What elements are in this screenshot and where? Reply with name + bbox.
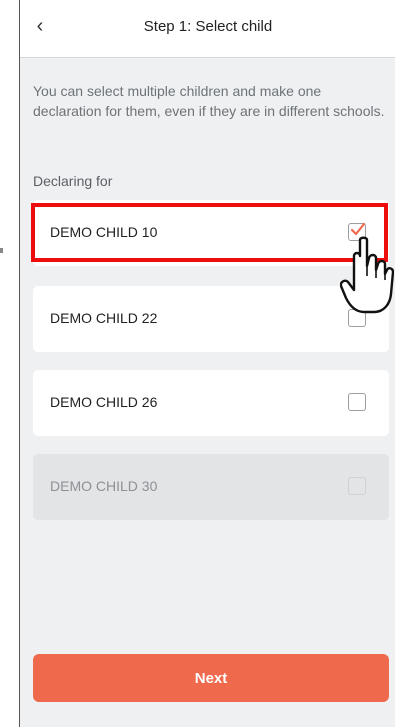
side-marker <box>0 248 3 253</box>
page-title: Step 1: Select child <box>143 18 273 35</box>
checkbox-unchecked[interactable] <box>348 393 366 411</box>
child-name: DEMO CHILD 22 <box>50 310 158 326</box>
pointing-hand-icon <box>340 236 394 314</box>
child-name: DEMO CHILD 30 <box>50 478 158 494</box>
child-item-demo-child-30: DEMO CHILD 30 <box>33 454 389 520</box>
child-item-demo-child-10[interactable]: DEMO CHILD 10 <box>33 200 389 266</box>
section-label: Declaring for <box>33 173 113 189</box>
intro-text: You can select multiple children and mak… <box>33 83 385 119</box>
next-button[interactable]: Next <box>33 654 389 702</box>
child-name: DEMO CHILD 26 <box>50 394 158 410</box>
checkbox-disabled <box>348 477 366 495</box>
child-item-demo-child-26[interactable]: DEMO CHILD 26 <box>33 370 389 436</box>
header-bar: ‹ Step 1: Select child <box>20 0 395 58</box>
phone-screen: ‹ Step 1: Select child You can select mu… <box>19 0 395 727</box>
child-name: DEMO CHILD 10 <box>50 224 158 240</box>
child-item-demo-child-22[interactable]: DEMO CHILD 22 <box>33 286 389 352</box>
